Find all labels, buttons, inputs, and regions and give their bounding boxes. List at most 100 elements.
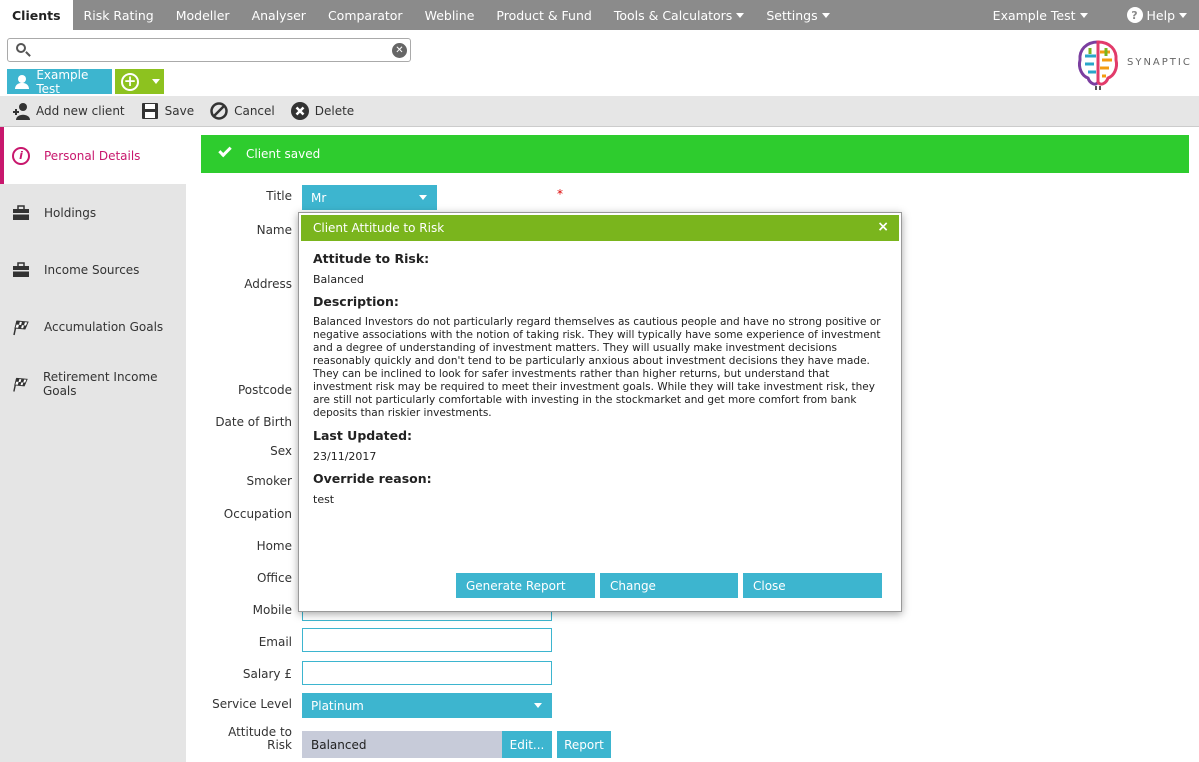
chevron-down-icon <box>1179 12 1187 18</box>
current-client-button[interactable]: Example Test <box>7 67 112 96</box>
chevron-down-icon <box>1079 12 1088 18</box>
occupation-label: Occupation <box>223 507 292 521</box>
delete-button[interactable]: Delete <box>290 102 355 120</box>
nav-help-label: Help <box>1146 7 1176 23</box>
nav-user-menu[interactable]: Example Test <box>982 0 1116 30</box>
form-labels: Title Name Address Postcode Date of Birt… <box>186 127 292 762</box>
nav-comparator[interactable]: Comparator <box>317 0 414 30</box>
cancel-icon <box>210 102 228 120</box>
save-button[interactable]: Save <box>141 102 194 120</box>
override-reason-value: test <box>313 493 335 506</box>
nav-help[interactable]: ? Help <box>1116 0 1199 30</box>
sidebar-item-retirement-income-goals[interactable]: Retirement Income Goals <box>0 355 186 412</box>
title-select-value: Mr <box>311 190 327 205</box>
service-level-label: Service Level <box>212 697 292 711</box>
synaptic-brain-logo <box>1078 40 1118 90</box>
atr-heading: Attitude to Risk: <box>313 251 430 266</box>
nav-tools-calculators[interactable]: Tools & Calculators <box>603 0 755 30</box>
sidebar-item-label: Accumulation Goals <box>44 319 164 334</box>
modal-body: Attitude to Risk: Balanced Description: … <box>313 251 883 514</box>
generate-report-button[interactable]: Generate Report <box>456 573 595 598</box>
search-icon <box>16 43 26 53</box>
save-icon <box>141 103 158 119</box>
save-label: Save <box>164 104 195 118</box>
postcode-label: Postcode <box>237 383 292 397</box>
delete-icon <box>290 102 309 120</box>
sidebar-item-holdings[interactable]: Holdings <box>0 184 186 241</box>
nav-product-fund[interactable]: Product & Fund <box>485 0 602 30</box>
atr-value-field: Balanced <box>302 731 502 758</box>
atr-modal-value: Balanced <box>313 273 364 286</box>
person-icon <box>15 74 30 89</box>
atr-modal: Client Attitude to Risk × Attitude to Ri… <box>298 212 902 612</box>
sidebar-item-label: Retirement Income Goals <box>42 369 158 398</box>
add-new-client-button[interactable]: Add new client <box>12 102 125 120</box>
last-updated-heading: Last Updated: <box>313 428 413 443</box>
delete-label: Delete <box>314 104 355 118</box>
atr-report-button[interactable]: Report <box>557 731 611 758</box>
briefcase-icon <box>13 261 29 277</box>
atr-value: Balanced <box>311 737 367 752</box>
email-label: Email <box>258 635 292 649</box>
nav-webline[interactable]: Webline <box>414 0 486 30</box>
sidebar-item-accumulation-goals[interactable]: Accumulation Goals <box>0 298 186 355</box>
salary-input[interactable] <box>302 661 552 685</box>
chevron-down-icon <box>821 12 830 18</box>
info-icon: i <box>12 146 30 165</box>
description-heading: Description: <box>313 294 399 309</box>
current-client-name: Example Test <box>36 67 89 96</box>
logo-wordmark: SYNAPTIC <box>1127 57 1192 68</box>
toolbar: Add new client Save Cancel Delete <box>0 96 1199 127</box>
chevron-down-icon <box>152 79 160 84</box>
mobile-label: Mobile <box>252 603 292 617</box>
atr-edit-button[interactable]: Edit... <box>502 731 552 758</box>
nav-clients[interactable]: Clients <box>0 0 73 30</box>
add-new-client-label: Add new client <box>36 104 125 118</box>
checkered-flag-icon <box>13 377 28 392</box>
sidebar: i Personal Details Holdings Income Sourc… <box>0 127 186 762</box>
last-updated-value: 23/11/2017 <box>313 450 377 463</box>
search-input[interactable] <box>34 41 374 59</box>
nav-risk-rating[interactable]: Risk Rating <box>73 0 165 30</box>
cancel-label: Cancel <box>234 104 275 118</box>
smoker-label: Smoker <box>246 474 293 488</box>
salary-label: Salary £ <box>242 667 292 681</box>
sex-label: Sex <box>270 444 292 458</box>
nav-analyser[interactable]: Analyser <box>241 0 317 30</box>
change-button[interactable]: Change <box>600 573 738 598</box>
sidebar-item-personal-details[interactable]: i Personal Details <box>0 127 186 184</box>
sidebar-item-label: Personal Details <box>44 148 141 163</box>
close-icon[interactable]: × <box>877 219 889 235</box>
override-reason-heading: Override reason: <box>313 471 432 486</box>
clear-icon[interactable]: ✕ <box>392 43 407 58</box>
atr-label-line2: Risk <box>267 738 292 752</box>
chevron-down-icon <box>534 703 542 708</box>
nav-settings[interactable]: Settings <box>755 0 840 30</box>
service-level-select[interactable]: Platinum <box>302 693 552 718</box>
chevron-down-icon <box>736 12 745 18</box>
title-select[interactable]: Mr <box>302 185 437 210</box>
briefcase-icon <box>13 204 29 220</box>
nav-user-label: Example Test <box>992 7 1076 23</box>
nav-modeller[interactable]: Modeller <box>165 0 241 30</box>
chevron-down-icon <box>419 195 427 200</box>
home-phone-label: Home <box>256 539 292 553</box>
sidebar-item-label: Income Sources <box>44 262 140 277</box>
checkered-flag-icon <box>13 319 29 335</box>
client-search: ✕ <box>7 38 411 62</box>
email-input[interactable] <box>302 628 552 652</box>
add-menu-button[interactable]: + <box>115 69 164 94</box>
sidebar-item-income-sources[interactable]: Income Sources <box>0 241 186 298</box>
close-button[interactable]: Close <box>743 573 882 598</box>
modal-header: Client Attitude to Risk × <box>301 215 899 241</box>
service-level-value: Platinum <box>311 698 364 713</box>
success-banner: Client saved <box>201 135 1189 173</box>
nav-tools-label: Tools & Calculators <box>613 7 733 23</box>
plus-circle-icon: + <box>121 72 139 91</box>
office-phone-label: Office <box>256 571 292 585</box>
cancel-button[interactable]: Cancel <box>210 102 275 120</box>
description-text: Balanced Investors do not particularly r… <box>313 316 881 419</box>
atr-label-line1: Attitude to <box>228 725 292 739</box>
help-icon: ? <box>1126 7 1143 23</box>
top-nav: Clients Risk Rating Modeller Analyser Co… <box>0 0 1199 30</box>
